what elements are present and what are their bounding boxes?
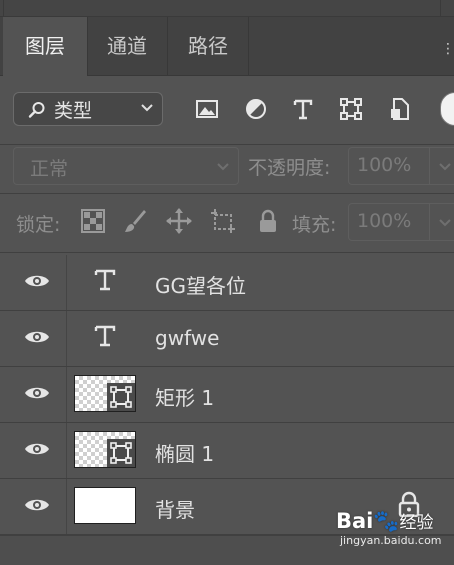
layer-name[interactable]: 椭圆 1 [155,438,214,467]
layer-thumbnail[interactable] [74,431,136,468]
layer-name[interactable]: 矩形 1 [155,382,214,411]
text-layer-icon [94,325,116,347]
lock-transparent-pixels-icon[interactable] [80,208,106,234]
layer-row[interactable]: 椭圆 1 [0,423,454,479]
divider [248,17,249,75]
shape-badge [107,383,135,411]
eye-icon[interactable] [24,385,50,401]
layer-name[interactable]: 背景 [155,494,195,523]
filter-row: 类型 [0,76,454,144]
text-layer-icon [94,269,116,291]
watermark-brand: Bai🐾经验 [336,508,434,534]
watermark-brand-a: Bai [336,509,374,533]
chevron-down-icon [141,104,153,112]
lock-row: 锁定: 填充: 100% [0,198,454,246]
divider [66,423,67,478]
shape-layer-icon [110,386,132,408]
layer-name[interactable]: GG望各位 [155,270,246,299]
divider [0,252,454,253]
lock-image-pixels-icon[interactable] [122,208,148,234]
chevron-down-icon [217,163,229,171]
opacity-field[interactable]: 100% [348,147,430,185]
shape-layer-icon [110,442,132,464]
fill-dropdown[interactable] [430,203,454,241]
layer-row[interactable]: 矩形 1 [0,367,454,423]
eye-icon[interactable] [24,497,50,513]
opacity-dropdown[interactable] [430,147,454,185]
divider [66,479,67,534]
fill-value: 100% [357,210,412,232]
lock-position-icon[interactable] [166,208,192,234]
lock-artboard-icon[interactable] [210,208,236,234]
filter-toggle[interactable] [440,92,454,126]
top-strip [0,0,454,17]
divider [440,0,441,16]
watermark-url: jingyan.baidu.com [340,534,442,547]
blend-row: 正常 不透明度: 100% [0,145,454,191]
divider [66,311,67,366]
watermark: Bai🐾经验 jingyan.baidu.com [336,508,448,550]
lock-all-icon[interactable] [255,208,281,234]
tab-paths[interactable]: 路径 [168,17,248,75]
layer-thumbnail[interactable] [74,375,136,412]
filter-kind-label: 类型 [54,100,93,122]
panel-menu-icon[interactable]: ⋮ [441,41,454,57]
search-icon [28,102,45,118]
panel-tab-bar: 图层 通道 路径 ⋮ [0,17,454,76]
filter-kind-select[interactable]: 类型 [13,92,163,126]
shape-badge [107,439,135,467]
divider [66,255,67,310]
opacity-label: 不透明度: [248,157,331,179]
layer-name[interactable]: gwfwe [155,326,219,350]
divider [0,193,454,194]
paw-icon: 🐾 [373,509,400,533]
tab-channels[interactable]: 通道 [88,17,166,75]
lock-label: 锁定: [16,214,61,236]
eye-icon[interactable] [24,273,50,289]
blend-mode-select[interactable]: 正常 [13,147,239,185]
smart-object-filter-icon[interactable] [388,97,412,121]
fill-field[interactable]: 100% [348,203,430,241]
divider [66,367,67,422]
blend-mode-value: 正常 [30,158,69,180]
divider [3,0,4,16]
chevron-down-icon [439,163,451,171]
eye-icon[interactable] [24,329,50,345]
layer-thumbnail[interactable] [74,487,136,524]
type-filter-icon[interactable] [291,97,315,121]
image-filter-icon[interactable] [195,97,219,121]
layer-row[interactable]: gwfwe [0,311,454,367]
layer-row[interactable]: GG望各位 [0,255,454,311]
chevron-down-icon [439,219,451,227]
tab-layers[interactable]: 图层 [3,17,87,76]
fill-label: 填充: [292,214,337,236]
shape-filter-icon[interactable] [339,97,363,121]
adjustment-filter-icon[interactable] [244,97,268,121]
opacity-value: 100% [357,154,412,176]
watermark-brand-b: 经验 [399,513,434,533]
eye-icon[interactable] [24,441,50,457]
